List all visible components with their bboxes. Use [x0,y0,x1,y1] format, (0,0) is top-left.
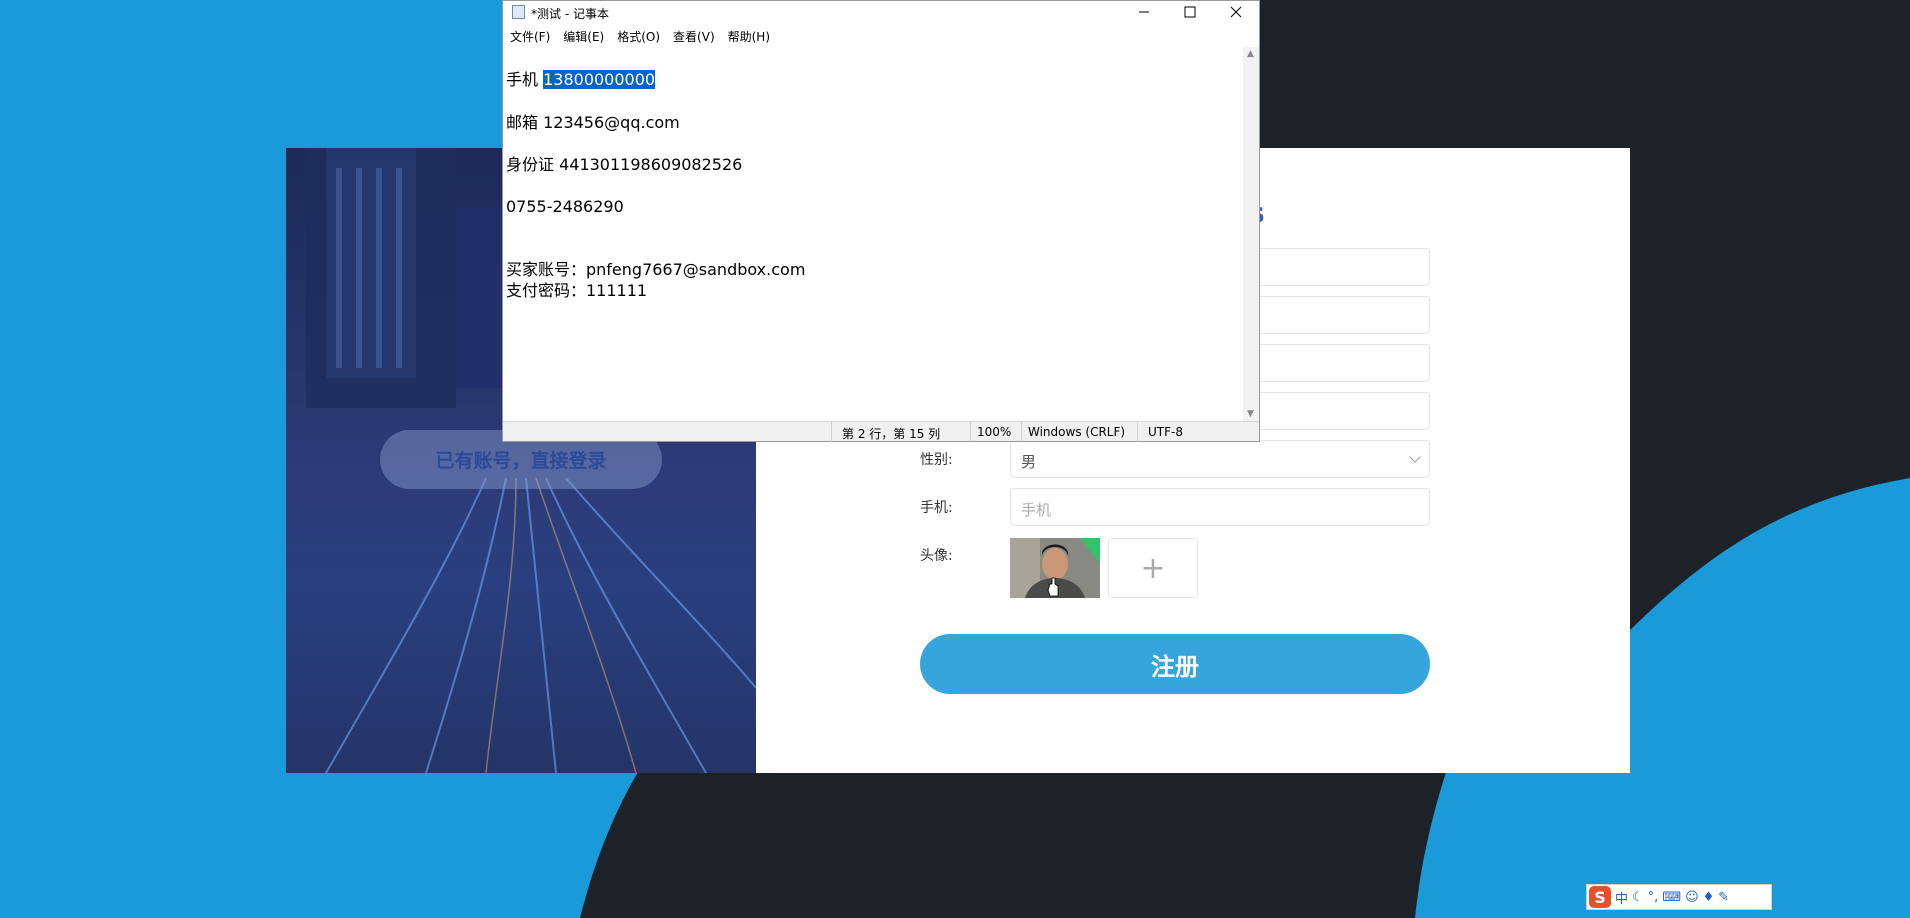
form-title: s [1248,196,1448,229]
zoom-level: 100% [977,425,1012,439]
text-line-2: 邮箱 123456@qq.com [506,113,680,132]
phone-label: 手机: [920,500,953,516]
text-line-1: 手机 13800000000 [506,69,656,90]
cursor-position: 第 2 行，第 15 列 [842,427,941,441]
menu-help[interactable]: 帮助(H) [728,28,770,45]
gender-value: 男 [1021,453,1037,471]
ime-mode[interactable]: 中 [1615,888,1628,907]
scroll-down-icon[interactable]: ▼ [1247,409,1255,419]
phone-placeholder: 手机 [1021,501,1052,519]
minimize-icon [1139,11,1149,13]
menu-bar: 文件(F) 编辑(E) 格式(O) 查看(V) 帮助(H) [503,25,1259,45]
menu-view[interactable]: 查看(V) [673,28,715,45]
text-line-5: 买家账号：pnfeng7667@sandbox.com [506,260,806,279]
gender-label: 性别: [920,452,953,468]
maximize-icon [1184,6,1196,18]
maximize-button[interactable] [1167,1,1213,23]
phone-input[interactable]: 手机 [1010,488,1430,526]
register-button[interactable]: 注册 [920,634,1430,694]
user-icon[interactable]: ☺ [1685,890,1699,905]
vertical-scrollbar[interactable]: ▲ ▼ [1243,47,1259,421]
moon-icon[interactable]: ☾ [1632,890,1644,905]
menu-format[interactable]: 格式(O) [617,28,660,45]
sogou-logo-icon[interactable]: S [1589,886,1611,908]
punctuation-icon[interactable]: °, [1648,890,1659,905]
text-line-1-label: 手机 [506,70,544,89]
ime-toolbar[interactable]: S 中 ☾ °, ⌨ ☺ ♦ ✎ [1586,884,1772,910]
wrench-icon[interactable]: ✎ [1718,890,1729,905]
notepad-icon [512,5,525,19]
line-ending: Windows (CRLF) [1028,425,1126,439]
encoding: UTF-8 [1148,425,1183,439]
status-bar: 第 2 行，第 15 列 100% Windows (CRLF) UTF-8 [503,421,1259,442]
avatar-thumbnail[interactable] [1010,538,1100,598]
menu-file[interactable]: 文件(F) [510,28,550,45]
text-line-6: 支付密码：111111 [506,281,648,300]
scroll-up-icon[interactable]: ▲ [1247,49,1255,59]
minimize-button[interactable] [1121,1,1167,23]
menu-edit[interactable]: 编辑(E) [563,28,604,45]
add-avatar-button[interactable]: + [1108,538,1198,598]
chevron-down-icon [1409,451,1421,463]
title-bar[interactable]: *测试 - 记事本 [503,1,1259,23]
gender-select[interactable]: 男 [1010,440,1430,478]
keyboard-icon[interactable]: ⌨ [1662,890,1681,905]
avatar-label: 头像: [920,548,953,564]
text-line-3: 身份证 441301198609082526 [506,155,743,174]
text-line-4: 0755-2486290 [506,197,624,216]
window-title: *测试 - 记事本 [531,7,609,21]
shirt-icon[interactable]: ♦ [1703,890,1715,905]
avatar-photo [1010,538,1100,598]
selected-text: 13800000000 [543,70,656,89]
close-icon [1230,6,1242,18]
close-button[interactable] [1213,1,1259,23]
notepad-window[interactable]: *测试 - 记事本 文件(F) 编辑(E) 格式(O) 查看(V) 帮助(H) … [502,0,1260,442]
